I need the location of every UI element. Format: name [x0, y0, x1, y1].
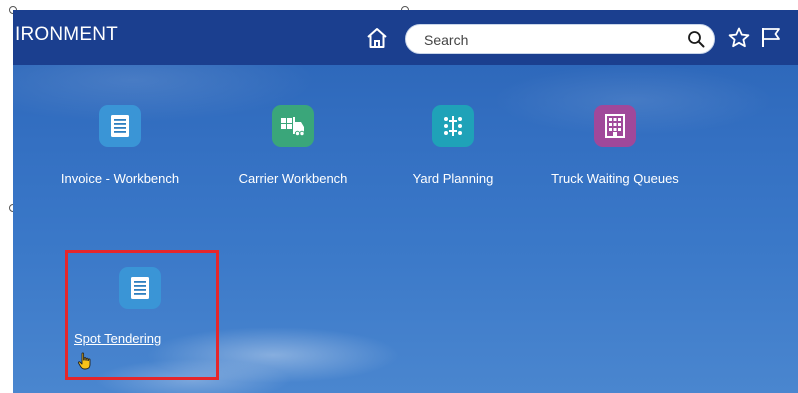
yard-grid-icon — [444, 116, 462, 136]
tile-label: Truck Waiting Queues — [551, 171, 679, 186]
home-icon — [367, 28, 387, 48]
top-navigation-bar: IRONMENT — [13, 10, 798, 65]
tile-icon — [432, 105, 474, 147]
home-button[interactable] — [365, 26, 389, 50]
tile-truck-waiting-queues[interactable]: Truck Waiting Queues — [540, 105, 690, 186]
search-icon[interactable] — [687, 30, 705, 48]
document-icon — [111, 115, 129, 137]
tile-label: Yard Planning — [412, 171, 494, 186]
building-icon — [605, 114, 625, 138]
tile-icon — [594, 105, 636, 147]
hand-pointer-icon — [77, 352, 91, 370]
tile-label: Invoice - Workbench — [60, 171, 180, 186]
star-icon — [728, 27, 750, 48]
flag-icon — [762, 28, 780, 47]
tile-icon — [272, 105, 314, 147]
notifications-flag-button[interactable] — [759, 25, 783, 49]
tile-label: Carrier Workbench — [238, 171, 348, 186]
app-window: IRONMENT Search Invoice - Workbench Carr… — [13, 10, 798, 393]
tile-carrier-workbench[interactable]: Carrier Workbench — [218, 105, 368, 186]
environment-title: IRONMENT — [15, 24, 118, 45]
search-box — [405, 24, 715, 54]
tile-yard-planning[interactable]: Yard Planning — [378, 105, 528, 186]
favorites-button[interactable] — [727, 26, 751, 50]
tile-icon — [99, 105, 141, 147]
forklift-icon — [281, 117, 305, 137]
tile-invoice-workbench[interactable]: Invoice - Workbench — [45, 105, 195, 186]
search-input[interactable] — [424, 30, 664, 50]
